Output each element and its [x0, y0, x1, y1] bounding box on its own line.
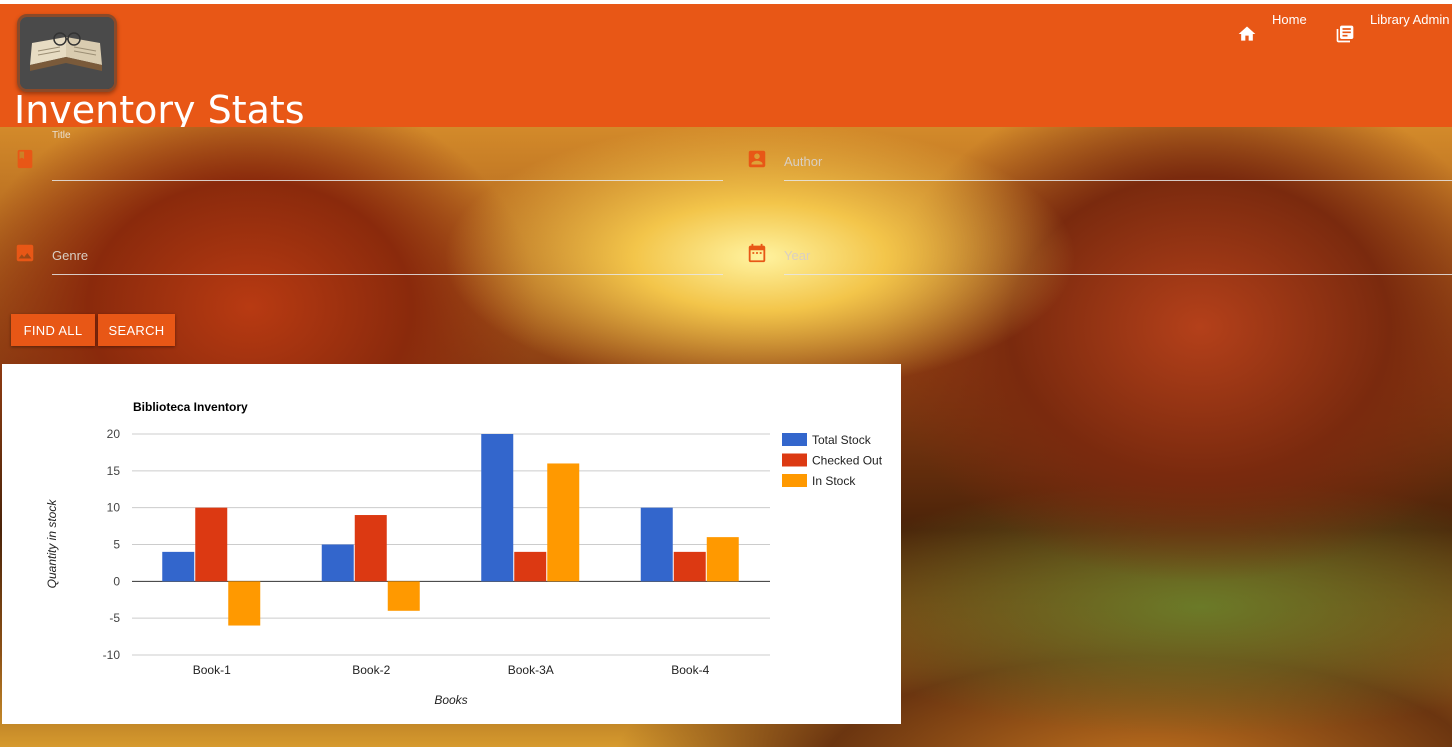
author-field[interactable]: Author: [744, 128, 1452, 183]
image-icon: [16, 244, 34, 262]
genre-field-underline: [52, 274, 723, 275]
y-tick-label: -5: [109, 611, 120, 625]
x-tick-label: Book-4: [671, 663, 709, 677]
bar-in-stock: [706, 537, 739, 582]
legend-label: Total Stock: [812, 433, 872, 447]
chart-title: Biblioteca Inventory: [133, 400, 248, 414]
calendar-icon: [748, 243, 766, 263]
account-box-icon: [748, 150, 766, 168]
title-field[interactable]: Title: [0, 128, 725, 183]
legend-label: In Stock: [812, 474, 856, 488]
x-tick-label: Book-2: [352, 663, 390, 677]
nav-library-admin-link[interactable]: Library Admin: [1335, 12, 1449, 44]
bar-checked-out: [195, 507, 228, 582]
search-button[interactable]: SEARCH: [98, 314, 175, 346]
inventory-chart-panel: Biblioteca Inventory 20 15 10 5 0 -5 -10 Book-1 B…: [2, 364, 901, 724]
year-field-underline: [784, 274, 1452, 275]
bar-in-stock: [228, 581, 261, 626]
nav-library-admin-label: Library Admin: [1370, 12, 1450, 27]
inventory-bar-chart: Biblioteca Inventory 20 15 10 5 0 -5 -10 Book-1 B…: [45, 400, 883, 707]
app-header: Inventory Stats Home Library Admin: [0, 4, 1452, 132]
genre-field-placeholder: Genre: [52, 248, 89, 263]
bar-total-stock: [640, 507, 673, 582]
year-field-placeholder: Year: [784, 248, 811, 263]
legend-label: Checked Out: [812, 454, 883, 468]
genre-field[interactable]: Genre: [0, 222, 725, 277]
y-axis-label: Quantity in stock: [45, 499, 59, 589]
legend-swatch: [782, 433, 807, 446]
bar-total-stock: [481, 434, 514, 582]
x-tick-label: Book-3A: [508, 663, 554, 677]
y-tick-label: -10: [103, 648, 121, 662]
find-all-button[interactable]: FIND ALL: [11, 314, 95, 346]
nav-home-link[interactable]: Home: [1237, 12, 1307, 44]
year-field[interactable]: Year: [744, 222, 1452, 277]
author-field-placeholder: Author: [784, 154, 823, 169]
bar-checked-out: [514, 551, 547, 582]
bar-in-stock: [387, 581, 420, 611]
bar-total-stock: [162, 551, 195, 582]
bar-total-stock: [321, 544, 354, 582]
nav-home-label: Home: [1272, 12, 1307, 27]
title-field-underline: [52, 180, 723, 181]
bar-checked-out: [673, 551, 706, 582]
y-tick-label: 20: [107, 427, 121, 441]
library-logo[interactable]: [17, 14, 117, 92]
y-tick-label: 15: [107, 464, 121, 478]
x-axis-label: Books: [434, 693, 467, 707]
y-tick-label: 5: [113, 538, 120, 552]
y-tick-label: 10: [107, 501, 121, 515]
library-books-icon: [1336, 25, 1354, 43]
legend-swatch: [782, 453, 807, 467]
legend-swatch: [782, 474, 807, 487]
home-icon: [1238, 26, 1256, 41]
bar-in-stock: [547, 463, 580, 582]
x-tick-label: Book-1: [193, 663, 231, 677]
title-field-label: Title: [52, 130, 71, 141]
bar-checked-out: [354, 515, 387, 582]
author-field-underline: [784, 180, 1452, 181]
book-icon: [17, 149, 33, 169]
y-tick-label: 0: [113, 574, 120, 588]
